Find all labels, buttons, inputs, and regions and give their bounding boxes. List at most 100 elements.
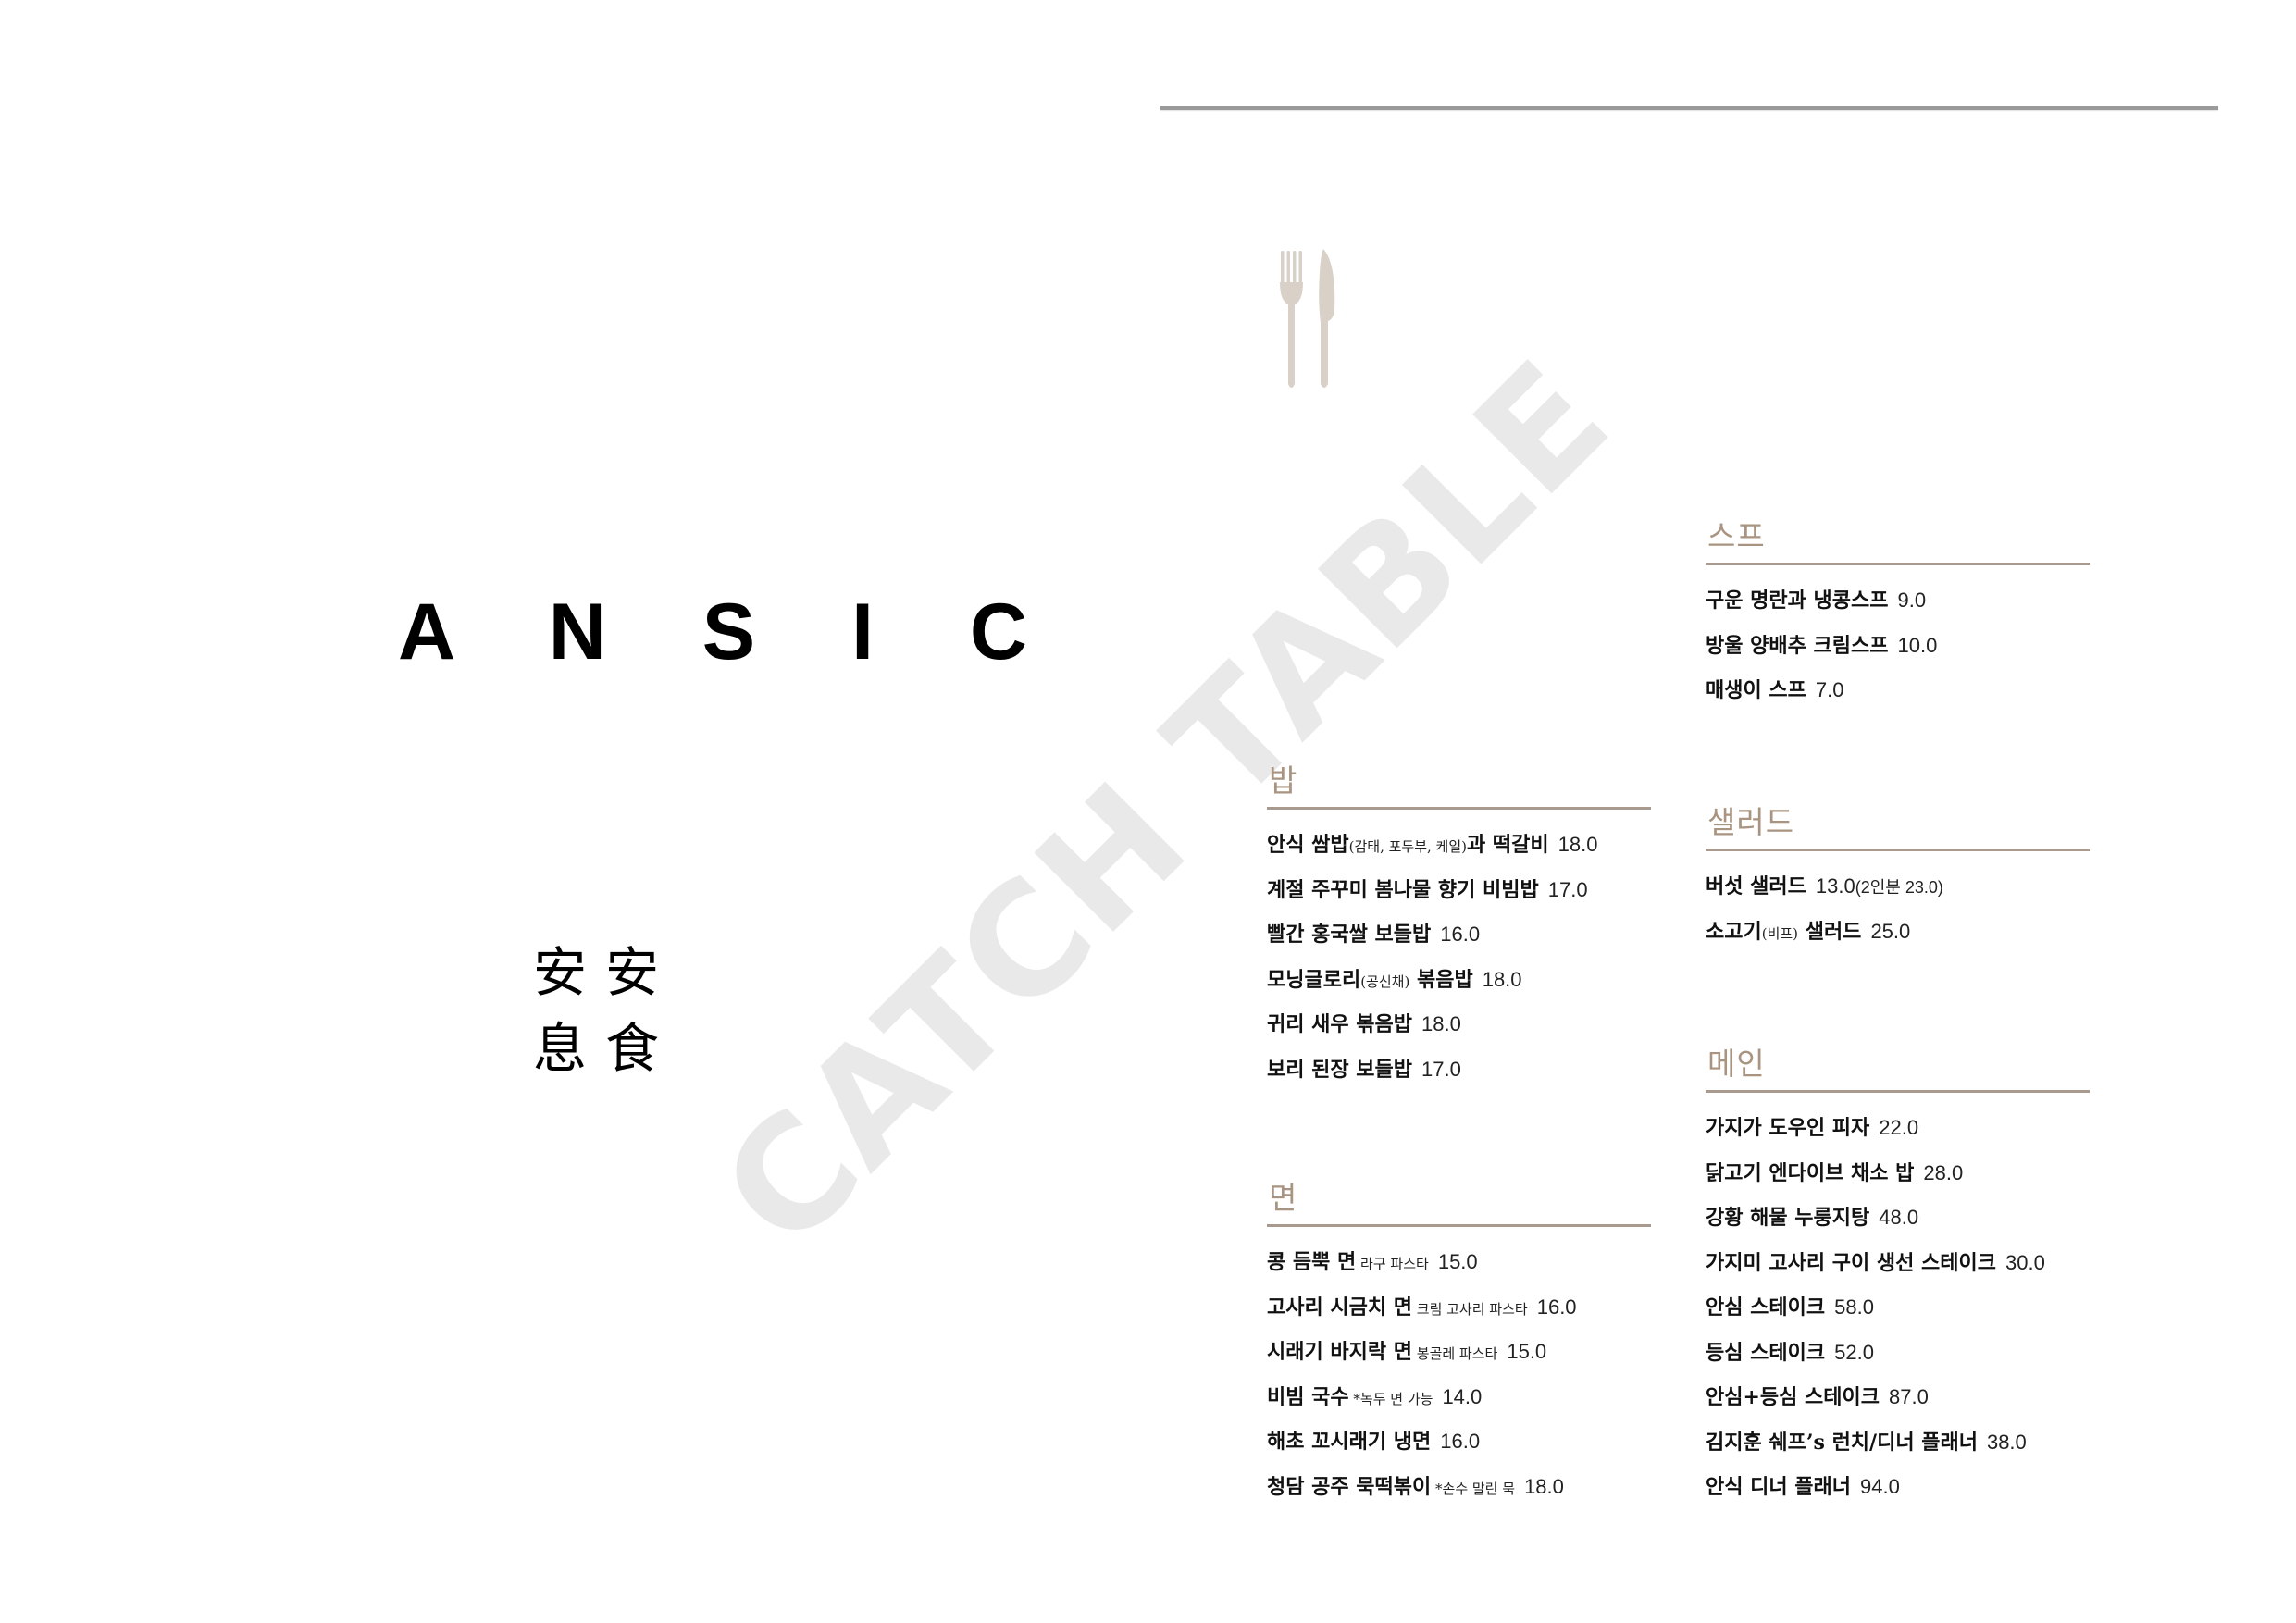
menu-item: 보리 된장 보들밥 17.0 <box>1267 1047 1651 1093</box>
item-name: 강황 해물 누룽지탕 <box>1706 1206 1870 1230</box>
item-price: 94.0 <box>1860 1475 1900 1498</box>
item-name: 모닝글로리 <box>1267 967 1361 992</box>
item-price: 18.0 <box>1558 833 1598 856</box>
item-name: 안식 쌈밥 <box>1267 833 1349 857</box>
item-name: 안식 디너 플래너 <box>1706 1475 1851 1499</box>
top-divider <box>1160 106 2218 110</box>
menu-item: 김지훈 쉐프’s 런치/디너 플래너 38.0 <box>1706 1420 2090 1466</box>
menu-item: 귀리 새우 볶음밥 18.0 <box>1267 1002 1651 1047</box>
item-note: (공신채) <box>1360 973 1410 990</box>
menu-item: 강황 해물 누룽지탕 48.0 <box>1706 1196 2090 1241</box>
item-price: 87.0 <box>1889 1385 1929 1408</box>
menu-item: 해초 꼬시래기 냉면 16.0 <box>1267 1419 1651 1465</box>
menu-item: 콩 듬뿍 면 라구 파스타 15.0 <box>1267 1240 1651 1285</box>
item-note: *손수 말린 묵 <box>1431 1480 1516 1497</box>
menu-list: 구운 명란과 냉콩스프 9.0 방울 양배추 크림스프 10.0 매생이 스프 7.0 <box>1706 578 2090 713</box>
section-salad: 샐러드 버섯 샐러드 13.0(2인분 23.0) 소고기(비프) 샐러드 25.0 <box>1706 802 2090 954</box>
hanja-char: 息 <box>533 1017 588 1080</box>
menu-list: 버섯 샐러드 13.0(2인분 23.0) 소고기(비프) 샐러드 25.0 <box>1706 864 2090 954</box>
item-price: 17.0 <box>1547 877 1588 901</box>
item-name: 귀리 새우 볶음밥 <box>1267 1012 1412 1036</box>
hanja-char: 安 <box>533 941 588 1004</box>
fork-knife-icon <box>1280 249 1335 388</box>
item-name: 구운 명란과 냉콩스프 <box>1706 588 1889 613</box>
item-price: 15.0 <box>1507 1340 1547 1363</box>
menu-item: 방울 양배추 크림스프 10.0 <box>1706 624 2090 669</box>
menu-item: 안심 스테이크 58.0 <box>1706 1285 2090 1331</box>
section-divider <box>1267 1224 1651 1227</box>
menu-list: 콩 듬뿍 면 라구 파스타 15.0 고사리 시금치 면 크림 고사리 파스타 16… <box>1267 1240 1651 1509</box>
section-title: 샐러드 <box>1707 804 1795 840</box>
menu-item: 빨간 홍국쌀 보들밥 16.0 <box>1267 912 1651 958</box>
section-soup: 스프 구운 명란과 냉콩스프 9.0 방울 양배추 크림스프 10.0 매생이 스프… <box>1706 516 2090 713</box>
menu-item: 청담 공주 묵떡볶이 *손수 말린 묵 18.0 <box>1267 1465 1651 1510</box>
item-price: 9.0 <box>1897 588 1927 612</box>
item-note: (감태, 포두부, 케일) <box>1348 838 1468 855</box>
item-price: 18.0 <box>1482 967 1522 991</box>
item-note: 봉골레 파스타 <box>1412 1345 1498 1362</box>
item-price: 28.0 <box>1923 1160 1964 1184</box>
item-note: 라구 파스타 <box>1356 1256 1429 1272</box>
menu-item: 매생이 스프 7.0 <box>1706 668 2090 713</box>
item-name: 시래기 바지락 면 <box>1267 1340 1412 1364</box>
section-main: 메인 가지가 도우인 피자 22.0 닭고기 엔다이브 채소 밥 28.0 강황 해… <box>1706 1044 2090 1510</box>
menu-item: 시래기 바지락 면 봉골레 파스타 15.0 <box>1267 1330 1651 1375</box>
brand-logo: A N S I C <box>398 588 1064 676</box>
item-name: 소고기 <box>1706 919 1762 944</box>
item-name: 버섯 샐러드 <box>1706 874 1806 898</box>
item-note: 크림 고사리 파스타 <box>1412 1300 1528 1318</box>
menu-item: 구운 명란과 냉콩스프 9.0 <box>1706 578 2090 624</box>
item-name: 방울 양배추 크림스프 <box>1706 633 1889 658</box>
item-name: 비빔 국수 <box>1267 1384 1349 1409</box>
menu-item: 고사리 시금치 면 크림 고사리 파스타 16.0 <box>1267 1285 1651 1331</box>
item-price: 16.0 <box>1440 923 1481 946</box>
section-divider <box>1706 849 2090 851</box>
item-price: 48.0 <box>1879 1206 1919 1229</box>
item-name: 해초 꼬시래기 냉면 <box>1267 1430 1432 1454</box>
item-name: 보리 된장 보들밥 <box>1267 1057 1412 1082</box>
item-price: 58.0 <box>1834 1295 1874 1319</box>
section-title: 밥 <box>1269 762 1298 799</box>
menu-list: 안식 쌈밥(감태, 포두부, 케일)과 떡갈비 18.0 계절 주꾸미 봄나물 향… <box>1267 823 1651 1092</box>
menu-item: 안식 디너 플래너 94.0 <box>1706 1465 2090 1510</box>
brand-hanja: 安 安 息 食 <box>533 935 677 1086</box>
item-price: 30.0 <box>2005 1250 2045 1274</box>
item-name-suffix: 볶음밥 <box>1409 967 1473 992</box>
section-title: 메인 <box>1707 1046 1766 1082</box>
item-name: 김지훈 쉐프’s 런치/디너 플래너 <box>1706 1430 1978 1455</box>
item-name: 청담 공주 묵떡볶이 <box>1267 1474 1432 1499</box>
section-divider <box>1706 563 2090 565</box>
item-price: 15.0 <box>1437 1250 1478 1273</box>
item-price: 17.0 <box>1421 1057 1461 1081</box>
item-price: 16.0 <box>1536 1295 1577 1319</box>
item-name-suffix: 과 떡갈비 <box>1467 833 1549 857</box>
item-name: 가지가 도우인 피자 <box>1706 1116 1870 1140</box>
item-price: 52.0 <box>1834 1340 1874 1364</box>
item-price: 14.0 <box>1442 1384 1483 1408</box>
item-price: 13.0 <box>1815 874 1855 898</box>
item-price-note: (2인분 23.0) <box>1855 878 1943 897</box>
section-title: 스프 <box>1707 518 1766 554</box>
item-price: 16.0 <box>1440 1430 1481 1453</box>
item-name: 계절 주꾸미 봄나물 향기 비빔밥 <box>1267 877 1539 902</box>
item-name: 빨간 홍국쌀 보들밥 <box>1267 923 1432 947</box>
hanja-char: 安 <box>605 941 660 1004</box>
menu-item: 가지가 도우인 피자 22.0 <box>1706 1106 2090 1151</box>
item-name: 안심 스테이크 <box>1706 1295 1826 1319</box>
item-name: 안심+등심 스테이크 <box>1706 1385 1880 1409</box>
menu-list: 가지가 도우인 피자 22.0 닭고기 엔다이브 채소 밥 28.0 강황 해물 누… <box>1706 1106 2090 1510</box>
item-name: 매생이 스프 <box>1706 678 1806 702</box>
section-divider <box>1706 1090 2090 1093</box>
menu-item: 비빔 국수 *녹두 면 가능 14.0 <box>1267 1375 1651 1420</box>
section-title: 면 <box>1269 1180 1298 1216</box>
item-price: 18.0 <box>1524 1474 1564 1498</box>
item-price: 7.0 <box>1815 678 1844 701</box>
item-name: 고사리 시금치 면 <box>1267 1295 1412 1319</box>
item-name: 등심 스테이크 <box>1706 1340 1826 1365</box>
item-price: 38.0 <box>1986 1430 2027 1454</box>
menu-item: 버섯 샐러드 13.0(2인분 23.0) <box>1706 864 2090 910</box>
section-rice: 밥 안식 쌈밥(감태, 포두부, 케일)과 떡갈비 18.0 계절 주꾸미 봄나물… <box>1267 761 1651 1092</box>
hanja-char: 食 <box>605 1017 660 1080</box>
menu-item: 모닝글로리(공신채) 볶음밥 18.0 <box>1267 958 1651 1003</box>
menu-item: 계절 주꾸미 봄나물 향기 비빔밥 17.0 <box>1267 868 1651 913</box>
